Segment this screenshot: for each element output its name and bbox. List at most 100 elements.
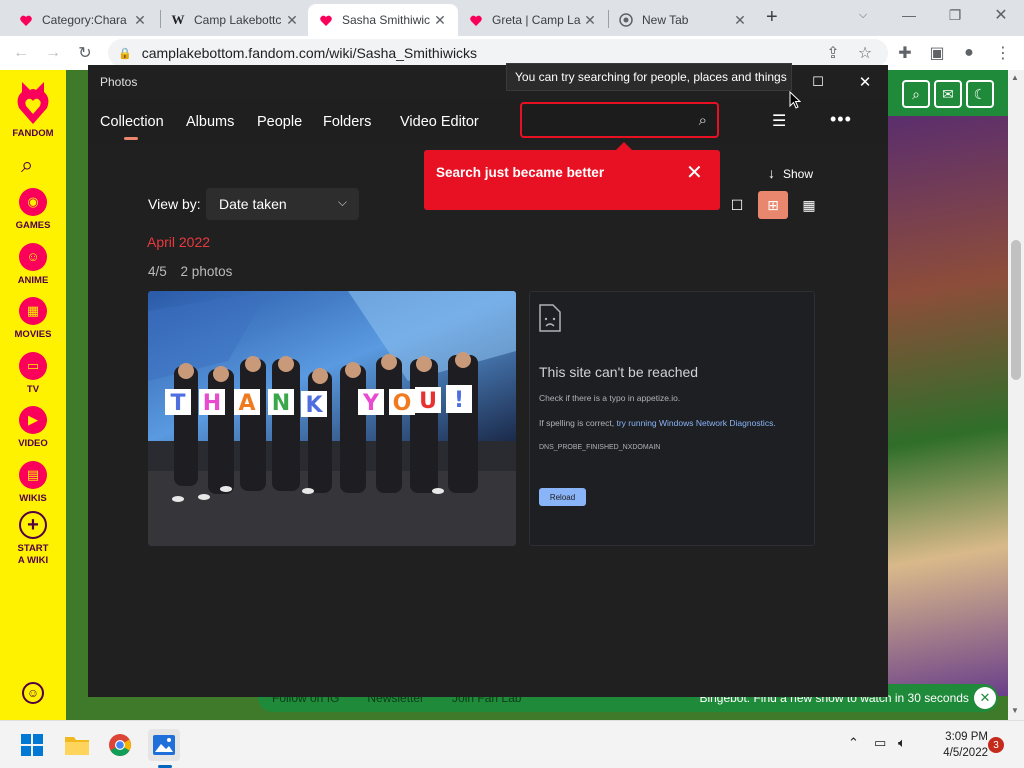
movies-icon: ▦ (19, 297, 47, 325)
scroll-up-icon[interactable]: ▲ (1011, 73, 1019, 82)
rail-item-tv[interactable]: ▭ TV (0, 352, 66, 395)
share-icon[interactable]: ⇪ (820, 40, 846, 66)
wikipedia-icon: W (171, 12, 185, 27)
wiki-search-icon[interactable]: ⌕ (902, 80, 930, 108)
tab-folders[interactable]: Folders (323, 114, 371, 130)
photos-app-icon[interactable] (148, 729, 180, 761)
reload-icon[interactable]: ↻ (72, 40, 98, 66)
sad-page-icon (539, 304, 561, 337)
view-by-dropdown[interactable]: Date taken ⌵ (206, 188, 359, 220)
windows-start-icon[interactable] (16, 729, 48, 761)
search-tooltip: You can try searching for people, places… (506, 63, 792, 91)
fandom-logo[interactable]: FANDOM (0, 78, 66, 139)
rail-item-anime[interactable]: ☺ ANIME (0, 243, 66, 286)
chevron-up-icon[interactable]: ⌃ (848, 735, 859, 751)
notification-badge[interactable]: 3 (988, 737, 1004, 753)
close-tab-icon[interactable]: ✕ (732, 12, 748, 29)
rail-item-wikis[interactable]: ▤ WIKIS (0, 461, 66, 504)
view-by-label: View by: (148, 196, 201, 212)
tab-search-chevron-icon[interactable]: ⌵ (840, 0, 886, 30)
sign-letter: U (419, 389, 437, 414)
network-icon[interactable]: ▭ (874, 735, 886, 751)
window-title: Photos (100, 75, 138, 89)
sign-letter: T (170, 391, 185, 416)
rail-item-label: TV (26, 384, 40, 395)
profile-icon[interactable]: ● (956, 40, 982, 66)
photo-count: 2 photos (180, 264, 233, 279)
tab-title: Category:Chara (42, 13, 127, 27)
teaching-tip: Search just became better ✕ (424, 142, 720, 210)
bookmark-star-icon[interactable]: ☆ (852, 40, 878, 66)
browser-tab[interactable]: Greta | Camp La ✕ (458, 4, 608, 36)
browser-tab[interactable]: Category:Chara ✕ (8, 4, 158, 36)
wikis-icon: ▤ (19, 461, 47, 489)
browser-tab[interactable]: W Camp Lakebottc ✕ (160, 4, 310, 36)
wiki-theme-icon[interactable]: ☾ (966, 80, 994, 108)
tab-video-editor[interactable]: Video Editor (400, 114, 479, 130)
browser-tab[interactable]: New Tab ✕ (608, 4, 758, 36)
select-checklist-icon[interactable]: ☰ (772, 111, 786, 131)
large-view-icon[interactable]: ☐ (722, 191, 752, 219)
scroll-down-icon[interactable]: ▼ (1011, 706, 1019, 715)
taskbar-clock[interactable]: 3:09 PM 4/5/2022 (918, 729, 988, 761)
close-tab-icon[interactable]: ✕ (582, 12, 598, 29)
error-title: This site can't be reached (539, 364, 699, 380)
extensions-icon[interactable]: ✚ (892, 40, 918, 66)
rail-item-video[interactable]: ▶ VIDEO (0, 406, 66, 449)
wiki-discussions-icon[interactable]: ✉ (934, 80, 962, 108)
menu-kebab-icon[interactable]: ⋮ (990, 40, 1016, 66)
sign-letter: N (272, 391, 290, 416)
close-icon[interactable]: ✕ (845, 71, 885, 93)
minimize-icon[interactable]: — (886, 0, 932, 30)
chevron-down-icon: ⌵ (337, 195, 347, 209)
new-tab-button[interactable]: + (766, 6, 778, 29)
rail-item-games[interactable]: ◉ GAMES (0, 188, 66, 231)
back-arrow-icon[interactable]: ← (8, 40, 34, 66)
user-account-icon[interactable]: ☺ (22, 682, 44, 704)
sign-letter: Y (362, 391, 380, 416)
volume-icon[interactable]: 🔈︎ (898, 735, 906, 751)
close-tab-icon[interactable]: ✕ (132, 12, 148, 29)
wiki-background-art (888, 116, 1008, 696)
tab-albums[interactable]: Albums (186, 114, 234, 130)
search-icon: ⌕ (698, 112, 707, 129)
rail-search-icon[interactable]: ⌕ (21, 152, 33, 178)
maximize-icon[interactable]: ☐ (798, 71, 838, 93)
clock-time: 3:09 PM (945, 731, 988, 743)
rail-item-start-wiki[interactable]: + START A WIKI (0, 511, 66, 567)
search-input[interactable]: ⌕ (520, 102, 719, 138)
photos-app-window: Photos ☐ ✕ Collection Albums People Fold… (88, 63, 888, 697)
screenshot-thumbnail[interactable]: This site can't be reached Check if ther… (529, 291, 815, 546)
rail-item-label: START A WIKI (17, 543, 49, 566)
error-code: DNS_PROBE_FINISHED_NXDOMAIN (539, 444, 661, 451)
medium-grid-icon[interactable]: ⊞ (758, 191, 788, 219)
more-options-icon[interactable]: ••• (830, 109, 852, 130)
small-grid-icon[interactable]: ▦ (794, 191, 824, 219)
close-window-icon[interactable]: ✕ (978, 0, 1024, 30)
restore-icon[interactable]: ❐ (932, 0, 978, 30)
browser-tab-active[interactable]: Sasha Smithiwic ✕ (308, 4, 458, 36)
reload-button: Reload (539, 488, 586, 506)
tab-title: Camp Lakebottc (194, 13, 282, 27)
close-tab-icon[interactable]: ✕ (432, 12, 448, 29)
chrome-icon[interactable] (104, 729, 136, 761)
page-scrollbar[interactable] (1008, 70, 1024, 720)
teaching-tip-close-icon[interactable]: ✕ (686, 160, 703, 185)
gamepad-icon: ◉ (19, 188, 47, 216)
tab-collection[interactable]: Collection (100, 114, 164, 130)
teaching-tip-text: Search just became better (436, 165, 605, 180)
close-tab-icon[interactable]: ✕ (284, 12, 300, 29)
forward-arrow-icon[interactable]: → (40, 40, 66, 66)
side-panel-icon[interactable]: ▣ (924, 40, 950, 66)
photo-thumbnail[interactable]: T H A N K Y O U ! (148, 291, 516, 546)
clock-date: 4/5/2022 (943, 747, 988, 759)
file-explorer-icon[interactable] (61, 729, 93, 761)
scrollbar-thumb[interactable] (1011, 240, 1021, 380)
tab-title: Sasha Smithiwic (342, 13, 431, 27)
show-button[interactable]: ↓ Show (768, 165, 813, 181)
plus-icon: + (19, 511, 47, 539)
diagnostics-link: try running Windows Network Diagnostics. (616, 418, 776, 428)
rail-item-movies[interactable]: ▦ MOVIES (0, 297, 66, 340)
close-bingebot-icon[interactable]: ✕ (974, 687, 996, 709)
tab-people[interactable]: People (257, 114, 302, 130)
